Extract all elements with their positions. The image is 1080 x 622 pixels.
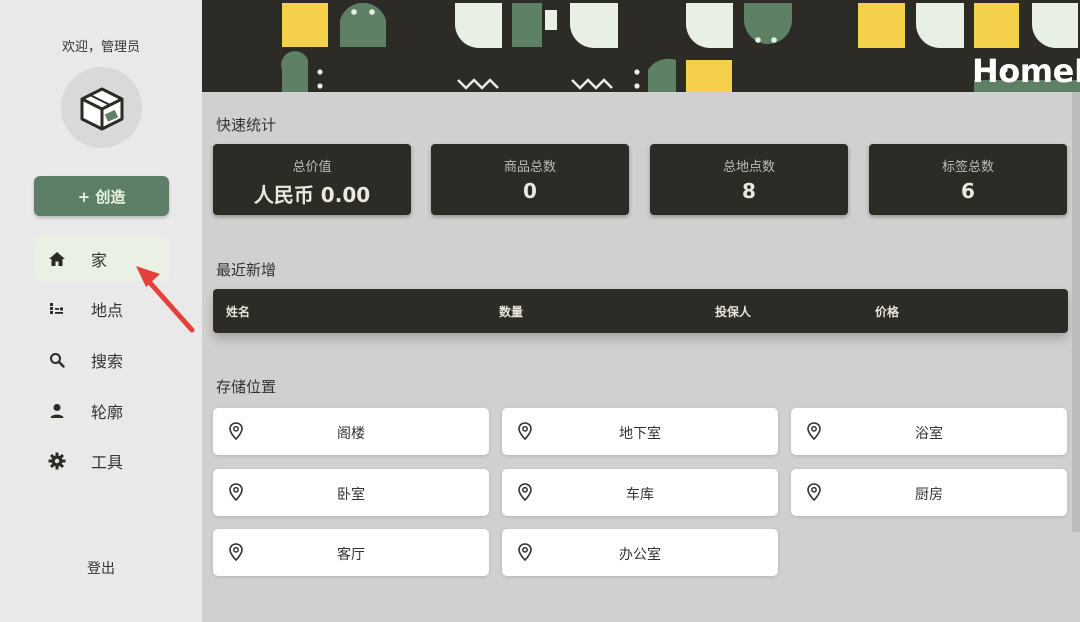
- location-label: 车库: [626, 487, 654, 503]
- stat-card-total-items: 商品总数 0: [431, 144, 629, 215]
- location-card[interactable]: 阁楼: [213, 408, 489, 455]
- profile-icon: [34, 403, 80, 419]
- box-logo-icon: [80, 87, 123, 130]
- location-card[interactable]: 客厅: [213, 529, 489, 576]
- sidebar-item-label: 家: [91, 250, 108, 270]
- sidebar-item-label: 轮廓: [91, 402, 124, 422]
- scrollbar[interactable]: [1072, 92, 1080, 532]
- stat-label: 标签总数: [941, 160, 994, 175]
- stat-value: 0: [523, 179, 537, 203]
- avatar: [61, 67, 142, 148]
- annotation-arrow: [136, 266, 195, 333]
- logout-link[interactable]: 登出: [0, 558, 202, 578]
- main-content: 快速统计 总价值 人民币 0.00 商品总数 0 总地点数 8 标签总数 6 最…: [202, 92, 1080, 622]
- create-button[interactable]: + 创造: [34, 176, 169, 216]
- recent-title: 最近新增: [216, 261, 277, 279]
- location-label: 阁楼: [337, 426, 365, 442]
- stat-label: 总价值: [292, 160, 332, 175]
- location-label: 客厅: [337, 547, 365, 563]
- column-header-price[interactable]: 价格: [875, 303, 899, 320]
- home-icon: [34, 251, 80, 267]
- location-card[interactable]: 厨房: [791, 469, 1067, 516]
- location-label: 浴室: [915, 426, 943, 442]
- stat-card-total-value: 总价值 人民币 0.00: [213, 144, 411, 215]
- column-header-name[interactable]: 姓名: [226, 303, 250, 320]
- location-card[interactable]: 车库: [502, 469, 778, 516]
- column-header-quantity[interactable]: 数量: [499, 303, 523, 320]
- homebox-logo: HomeBox: [972, 52, 1080, 90]
- sidebar-item-label: 工具: [91, 452, 124, 472]
- location-label: 地下室: [619, 426, 661, 442]
- stat-value: 6: [961, 179, 975, 203]
- banner-pattern: [281, 2, 1080, 92]
- search-icon: [34, 352, 80, 368]
- stat-label: 总地点数: [722, 160, 775, 175]
- stat-value: 8: [742, 179, 756, 203]
- location-card[interactable]: 浴室: [791, 408, 1067, 455]
- location-card[interactable]: 办公室: [502, 529, 778, 576]
- sidebar-item-label: 搜索: [91, 351, 124, 371]
- storage-title: 存储位置: [216, 378, 277, 396]
- column-header-insured[interactable]: 投保人: [715, 303, 751, 320]
- welcome-text: 欢迎，管理员: [61, 40, 140, 55]
- stat-value: 人民币 0.00: [253, 183, 371, 207]
- locations-tree-icon: [34, 301, 80, 317]
- gear-icon: [34, 452, 80, 470]
- sidebar-item-tools[interactable]: 工具: [34, 438, 169, 483]
- location-card[interactable]: 地下室: [502, 408, 778, 455]
- recent-table-header: 姓名 数量 投保人 价格: [213, 289, 1068, 333]
- location-card[interactable]: 卧室: [213, 469, 489, 516]
- sidebar-item-profile[interactable]: 轮廓: [34, 388, 169, 433]
- stats-title: 快速统计: [216, 116, 277, 134]
- stat-label: 商品总数: [503, 160, 556, 175]
- location-label: 办公室: [619, 547, 661, 563]
- location-label: 厨房: [915, 487, 943, 503]
- sidebar-item-search[interactable]: 搜索: [34, 337, 169, 382]
- stat-card-total-labels: 标签总数 6: [869, 144, 1067, 215]
- location-label: 卧室: [337, 487, 365, 503]
- stat-card-total-locations: 总地点数 8: [650, 144, 848, 215]
- sidebar-item-label: 地点: [91, 300, 124, 320]
- header-banner: HomeBox: [202, 0, 1080, 92]
